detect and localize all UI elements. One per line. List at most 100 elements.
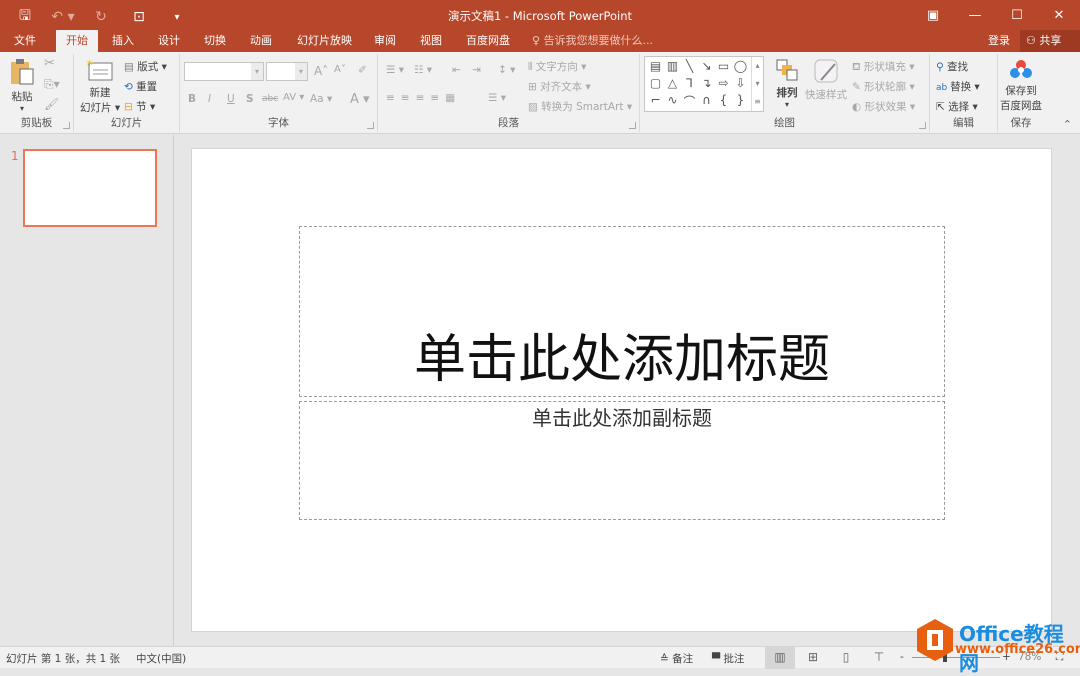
paste-button[interactable]: 粘贴 ▾ (8, 58, 36, 113)
bold-button[interactable]: B (188, 93, 196, 105)
save-to-baidu-button[interactable]: 保存到 百度网盘 (998, 58, 1044, 113)
decrease-indent-button[interactable]: ⇤ (452, 64, 461, 76)
italic-button[interactable]: I (208, 93, 211, 105)
change-case-button[interactable]: Aa ▾ (310, 93, 332, 105)
gallery-more-icon[interactable]: ≡ (752, 93, 763, 111)
tab-insert[interactable]: 插入 (102, 30, 144, 52)
line-spacing-button[interactable]: ↕ ▾ (498, 64, 515, 76)
convert-smartart-button[interactable]: ▨ 转换为 SmartArt ▾ (528, 99, 632, 114)
numbering-button[interactable]: ☷ ▾ (414, 64, 432, 76)
text-direction-button[interactable]: ⫴ 文字方向 ▾ (528, 59, 586, 74)
tell-me-search[interactable]: ♀ 告诉我您想要做什么... (532, 30, 653, 52)
shape-option[interactable]: ↴ (698, 76, 715, 93)
font-name-combo[interactable]: ▾ (184, 62, 264, 81)
shape-option[interactable]: ∩ (698, 93, 715, 110)
shape-option[interactable]: ⇩ (732, 76, 749, 93)
drawing-launcher[interactable] (919, 122, 926, 129)
shape-option[interactable]: ▢ (647, 76, 664, 93)
bullets-button[interactable]: ☰ ▾ (386, 64, 404, 76)
tab-file[interactable]: 文件 (4, 30, 46, 52)
title-placeholder[interactable]: 单击此处添加标题 (299, 226, 945, 397)
shape-option[interactable]: { (715, 93, 732, 110)
align-buttons[interactable]: ≡≡≡≡▦ (386, 92, 461, 104)
font-size-combo[interactable]: ▾ (266, 62, 308, 81)
underline-button[interactable]: U (227, 93, 235, 105)
tab-home[interactable]: 开始 (56, 30, 98, 52)
paragraph-launcher[interactable] (629, 122, 636, 129)
clear-formatting-icon[interactable]: ✐ (358, 64, 367, 76)
text-direction-label: 文字方向 ▾ (535, 61, 587, 73)
comments-button[interactable]: ▀ 批注 (712, 651, 744, 666)
tab-baidu-netdisk[interactable]: 百度网盘 (456, 30, 520, 52)
shape-effects-button[interactable]: ◐ 形状效果 ▾ (852, 99, 915, 114)
shape-option[interactable]: ∿ (664, 93, 681, 110)
arrange-button[interactable]: 排列 ▾ (772, 58, 802, 109)
cut-icon[interactable]: ✂ (44, 56, 55, 71)
shape-fill-button[interactable]: ⛾ 形状填充 ▾ (852, 59, 915, 75)
strikethrough-button[interactable]: abc (262, 94, 278, 104)
reading-view-button[interactable]: ▯ (831, 647, 861, 669)
replace-button[interactable]: ab 替换 ▾ (936, 79, 980, 94)
minimize-button[interactable]: — (954, 0, 996, 30)
new-slide-button[interactable]: ✳ 新建 幻灯片 ▾ (80, 58, 120, 115)
tab-view[interactable]: 视图 (410, 30, 452, 52)
shape-option[interactable]: } (732, 93, 749, 110)
decrease-font-button[interactable]: A˅ (334, 64, 346, 75)
shape-option[interactable]: ╲ (681, 59, 698, 76)
columns-button[interactable]: ☰ ▾ (488, 92, 506, 104)
collapse-ribbon-icon[interactable]: ⌃ (1063, 118, 1072, 131)
zoom-out-button[interactable]: - (900, 651, 904, 663)
clipboard-launcher[interactable] (63, 122, 70, 129)
shape-option[interactable]: ⇨ (715, 76, 732, 93)
font-size-dropdown-icon[interactable]: ▾ (295, 63, 307, 80)
gallery-up-icon[interactable]: ▴ (752, 57, 763, 75)
share-button[interactable]: ⚇ 共享 (1020, 30, 1080, 52)
align-text-button[interactable]: ⊞ 对齐文本 ▾ (528, 79, 591, 94)
language-indicator[interactable]: 中文(中国) (136, 651, 186, 666)
shape-option[interactable]: ◯ (732, 59, 749, 76)
slideshow-button[interactable]: ⊤ (864, 647, 894, 669)
font-color-button[interactable]: A ▾ (350, 92, 370, 107)
section-button[interactable]: ⊟ 节 ▾ (124, 99, 155, 114)
shadow-button[interactable]: S (246, 93, 254, 105)
tab-design[interactable]: 设计 (148, 30, 190, 52)
increase-font-button[interactable]: A˄ (314, 64, 328, 78)
slide-sorter-button[interactable]: ⊞ (798, 647, 828, 669)
replace-label: 替换 ▾ (950, 81, 980, 93)
ribbon-display-options-button[interactable]: ▣ (912, 0, 954, 30)
shape-option[interactable]: ⌐ (647, 93, 664, 110)
tab-transitions[interactable]: 切换 (194, 30, 236, 52)
maximize-button[interactable]: ☐ (996, 0, 1038, 30)
find-button[interactable]: ⚲ 查找 (936, 59, 968, 74)
shape-option[interactable]: △ (664, 76, 681, 93)
char-spacing-button[interactable]: AV ▾ (283, 92, 304, 103)
font-launcher[interactable] (367, 122, 374, 129)
copy-icon[interactable]: ⎘▾ (44, 77, 60, 92)
reset-button[interactable]: ⟲ 重置 (124, 79, 157, 94)
shape-option[interactable]: ▤ (647, 59, 664, 76)
close-button[interactable]: ✕ (1038, 0, 1080, 30)
increase-indent-button[interactable]: ⇥ (472, 64, 481, 76)
shape-option[interactable]: ⌒ (681, 93, 698, 110)
gallery-down-icon[interactable]: ▾ (752, 75, 763, 93)
notes-button[interactable]: ≙ 备注 (660, 651, 693, 666)
slide-thumbnail[interactable] (23, 149, 157, 227)
subtitle-placeholder[interactable]: 单击此处添加副标题 (299, 401, 945, 520)
normal-view-button[interactable]: ▥ (765, 647, 795, 669)
shape-option[interactable]: ↘ (698, 59, 715, 76)
shape-outline-button[interactable]: ✎ 形状轮廓 ▾ (852, 79, 915, 94)
login-link[interactable]: 登录 (988, 30, 1010, 51)
layout-button[interactable]: ▤ 版式 ▾ (124, 59, 167, 74)
shape-option[interactable]: ⅂ (681, 76, 698, 93)
shape-option[interactable]: ▥ (664, 59, 681, 76)
quick-styles-button[interactable]: 快速样式 (804, 58, 848, 102)
tab-review[interactable]: 审阅 (364, 30, 406, 52)
shapes-gallery-scroll[interactable]: ▴ ▾ ≡ (751, 57, 763, 111)
shape-option[interactable]: ▭ (715, 59, 732, 76)
tab-slideshow[interactable]: 幻灯片放映 (287, 30, 362, 52)
tab-animations[interactable]: 动画 (240, 30, 282, 52)
select-button[interactable]: ⇱ 选择 ▾ (936, 99, 978, 114)
format-painter-icon[interactable]: 🖌 (44, 97, 59, 111)
shape-effects-label: 形状效果 ▾ (864, 101, 916, 113)
font-name-dropdown-icon[interactable]: ▾ (251, 63, 263, 80)
